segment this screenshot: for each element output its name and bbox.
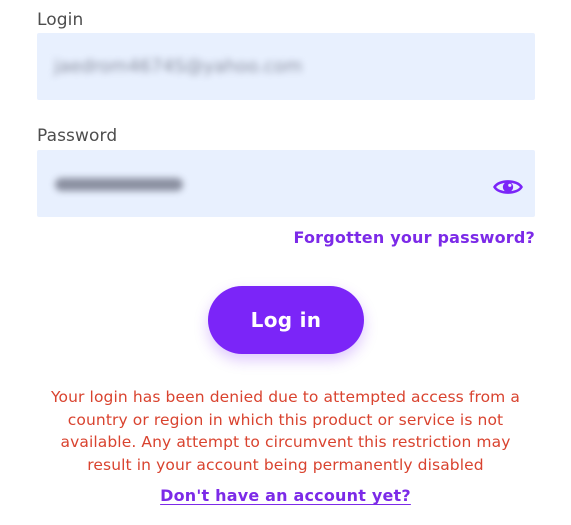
login-button[interactable]: Log in <box>208 286 364 354</box>
login-field[interactable]: jaedrom4674S@yahoo.com <box>37 33 535 100</box>
password-label: Password <box>37 126 118 146</box>
login-form: Login jaedrom4674S@yahoo.com Password Fo… <box>0 0 571 525</box>
password-mask <box>55 178 183 191</box>
signup-link[interactable]: Don't have an account yet? <box>0 486 571 505</box>
login-field-value: jaedrom4674S@yahoo.com <box>54 56 303 77</box>
login-label: Login <box>37 10 84 30</box>
password-field[interactable] <box>37 150 535 217</box>
forgot-password-link[interactable]: Forgotten your password? <box>294 228 536 247</box>
error-message: Your login has been denied due to attemp… <box>51 388 520 474</box>
eye-icon[interactable] <box>493 176 523 198</box>
